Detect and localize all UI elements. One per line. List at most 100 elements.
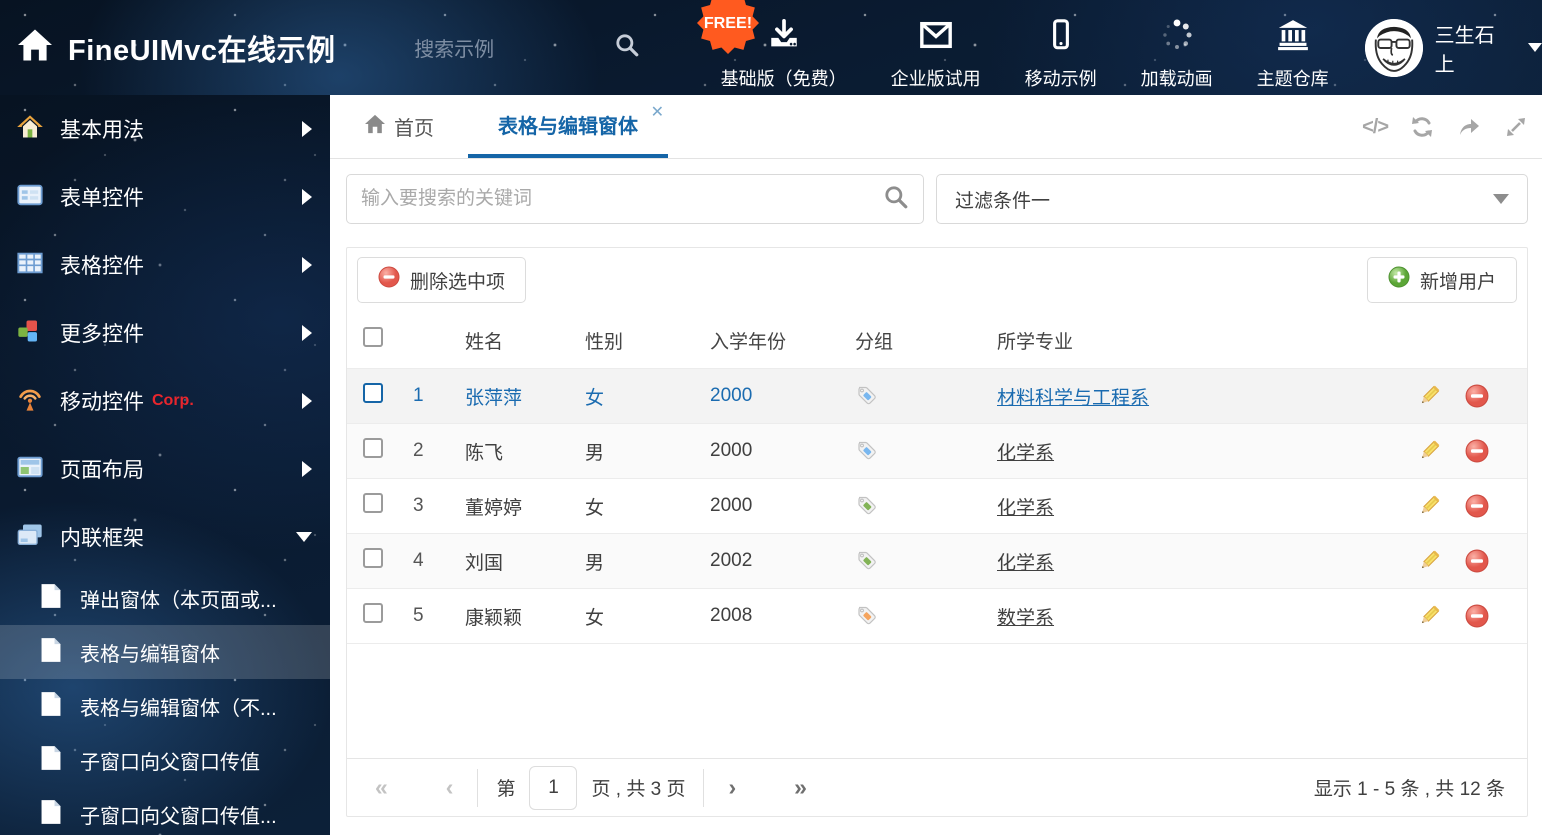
grid-header-row: 姓名 性别 入学年份 分组 所学专业 [347, 312, 1527, 368]
year-link[interactable]: 2000 [710, 385, 752, 406]
edit-button[interactable] [1417, 604, 1465, 628]
svg-text:FREE!: FREE! [703, 14, 751, 32]
corner-tools: </> [1362, 95, 1528, 159]
table-row[interactable]: 1 张萍萍 女 2000 材料科学与工程系 [347, 368, 1527, 423]
sidebar-item-grid-controls[interactable]: 表格控件 [0, 231, 330, 299]
edit-button[interactable] [1417, 494, 1465, 518]
close-icon[interactable]: ✕ [651, 105, 664, 121]
row-checkbox[interactable] [363, 493, 383, 513]
sidebar-item-label: 基本用法 [60, 119, 144, 142]
keyword-search-input[interactable] [361, 188, 883, 210]
prev-page-button[interactable]: ‹ [440, 774, 460, 801]
next-page-button[interactable]: › [722, 774, 742, 801]
delete-row-button[interactable] [1465, 384, 1527, 408]
sidebar-item-label: 表格控件 [60, 255, 144, 278]
select-all-checkbox[interactable] [363, 327, 383, 347]
table-row[interactable]: 4 刘国 男 2002 化学系 [347, 533, 1527, 588]
nav-enterprise-trial[interactable]: 企业版试用 [891, 4, 981, 91]
nav-mobile-demo[interactable]: 移动示例 [1025, 4, 1097, 91]
major-link[interactable]: 材料科学与工程系 [997, 388, 1149, 409]
sidebar-subitem-child-to-parent-2[interactable]: 子窗口向父窗口传值... [0, 787, 330, 835]
code-icon[interactable]: </> [1362, 116, 1389, 139]
search-icon[interactable] [883, 184, 909, 215]
student-name-link[interactable]: 董婷婷 [465, 498, 522, 519]
student-name-link[interactable]: 刘国 [465, 553, 503, 574]
chevron-down-icon[interactable] [1528, 43, 1542, 52]
student-name-link[interactable]: 张萍萍 [465, 388, 522, 409]
delete-row-button[interactable] [1465, 494, 1527, 518]
page-number-input[interactable] [529, 765, 578, 810]
chevron-right-icon [302, 257, 312, 273]
nav-label: 加载动画 [1140, 69, 1213, 89]
delete-row-button[interactable] [1465, 439, 1527, 463]
col-header-major[interactable]: 所学专业 [997, 327, 1417, 354]
student-name-link[interactable]: 康颖颖 [465, 608, 522, 629]
cubes-icon [16, 317, 44, 350]
table-row[interactable]: 5 康颖颖 女 2008 数学系 [347, 588, 1527, 643]
sidebar-subitem-grid-edit-window[interactable]: 表格与编辑窗体 [0, 625, 330, 679]
user-menu[interactable]: 三生石上 [1364, 18, 1542, 77]
tab-home[interactable]: 首页 [352, 95, 446, 158]
tag-icon [855, 384, 997, 408]
gender-link[interactable]: 女 [585, 388, 604, 409]
row-checkbox[interactable] [363, 603, 383, 623]
student-name-link[interactable]: 陈飞 [465, 443, 503, 464]
header-nav: FREE! 基础版（免费） 企业版试用 移动示例 加载动画 主题仓库 [696, 0, 1329, 91]
sidebar-item-mobile-controls[interactable]: 移动控件 Corp. [0, 367, 330, 435]
sidebar-item-inline-frame[interactable]: 内联框架 [0, 503, 330, 571]
expand-icon[interactable] [1504, 115, 1528, 139]
sidebar-subitem-child-to-parent[interactable]: 子窗口向父窗口传值 [0, 733, 330, 787]
nav-theme-repo[interactable]: 主题仓库 [1257, 4, 1329, 91]
corp-badge: Corp. [152, 392, 194, 409]
row-checkbox[interactable] [363, 383, 383, 403]
row-checkbox[interactable] [363, 438, 383, 458]
minus-circle-icon [378, 266, 400, 294]
major-link[interactable]: 化学系 [997, 443, 1054, 464]
header-search[interactable]: 搜索示例 [414, 32, 660, 63]
download-icon [767, 18, 801, 57]
major-link[interactable]: 化学系 [997, 553, 1054, 574]
major-link[interactable]: 化学系 [997, 498, 1054, 519]
major-link[interactable]: 数学系 [997, 608, 1054, 629]
refresh-icon[interactable] [1410, 115, 1434, 139]
col-header-name[interactable]: 姓名 [465, 327, 585, 354]
edit-button[interactable] [1417, 439, 1465, 463]
edit-button[interactable] [1417, 549, 1465, 573]
app-title: FineUIMvc在线示例 [68, 34, 336, 67]
share-icon[interactable] [1456, 115, 1482, 139]
search-icon[interactable] [614, 32, 640, 63]
brand[interactable]: FineUIMvc在线示例 [0, 27, 414, 69]
table-row[interactable]: 3 董婷婷 女 2000 化学系 [347, 478, 1527, 533]
sidebar: 基本用法 表单控件 表格控件 移动控件更多控件 移动控件 Corp. [0, 95, 330, 835]
row-checkbox[interactable] [363, 548, 383, 568]
nav-basic-free[interactable]: FREE! 基础版（免费） [696, 0, 847, 91]
keyword-search-box[interactable] [346, 174, 924, 224]
tab-grid-edit-window[interactable]: 表格与编辑窗体 ✕ [468, 95, 668, 158]
first-page-button[interactable]: « [369, 774, 394, 801]
edit-button[interactable] [1417, 384, 1465, 408]
sidebar-subitem-popup-window[interactable]: 弹出窗体（本页面或... [0, 571, 330, 625]
delete-row-button[interactable] [1465, 604, 1527, 628]
last-page-button[interactable]: » [788, 774, 813, 801]
col-header-group[interactable]: 分组 [855, 327, 997, 354]
delete-selected-button[interactable]: 删除选中项 [357, 257, 527, 303]
sidebar-item-form-controls[interactable]: 表单控件 [0, 163, 330, 231]
add-user-label: 新增用户 [1419, 271, 1496, 293]
sidebar-item-page-layout[interactable]: 页面布局 [0, 435, 330, 503]
col-header-gender[interactable]: 性别 [585, 327, 710, 354]
data-grid: 姓名 性别 入学年份 分组 所学专业 1 张萍萍 女 2000 材料科学与工程系 [347, 312, 1527, 758]
delete-row-button[interactable] [1465, 549, 1527, 573]
table-row[interactable]: 2 陈飞 男 2000 化学系 [347, 423, 1527, 478]
avatar[interactable] [1364, 18, 1423, 77]
nav-loading-animations[interactable]: 加载动画 [1141, 4, 1213, 91]
sidebar-subitem-grid-edit-window-2[interactable]: 表格与编辑窗体（不... [0, 679, 330, 733]
user-name[interactable]: 三生石上 [1435, 19, 1512, 77]
sidebar-item-basic-usage[interactable]: 基本用法 [0, 95, 330, 163]
add-user-button[interactable]: 新增用户 [1366, 257, 1517, 303]
layout-icon [16, 453, 44, 486]
header-search-placeholder[interactable]: 搜索示例 [414, 33, 494, 62]
sidebar-item-more-controls[interactable]: 移动控件更多控件 [0, 299, 330, 367]
col-header-year[interactable]: 入学年份 [710, 327, 855, 354]
filter-dropdown[interactable]: 过滤条件一 [936, 174, 1528, 224]
chevron-right-icon [302, 325, 312, 341]
